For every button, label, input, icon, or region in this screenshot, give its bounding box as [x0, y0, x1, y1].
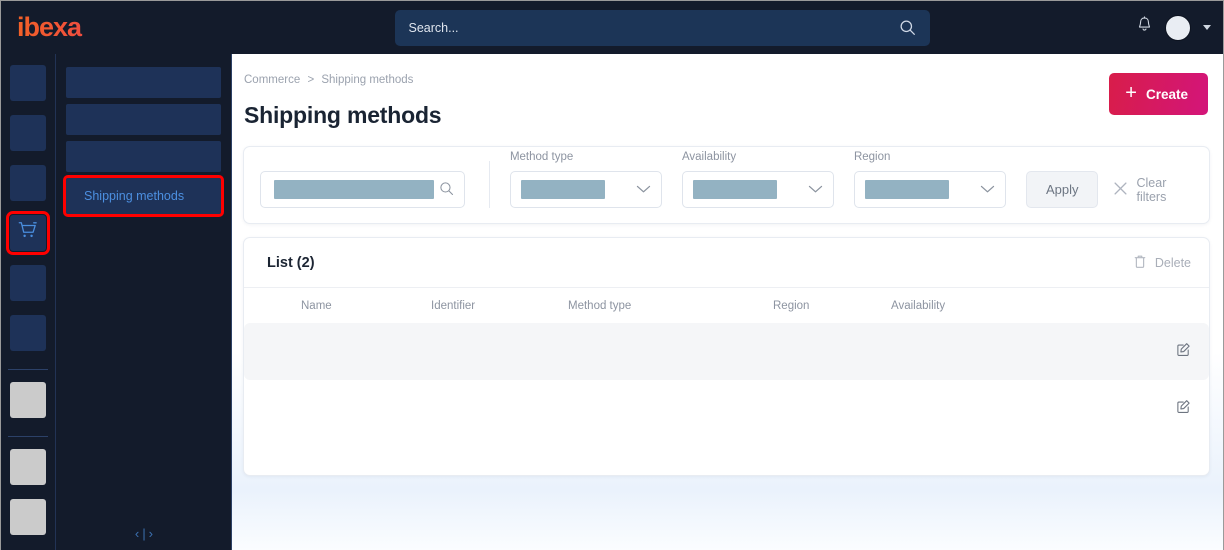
- breadcrumb-item-shipping-methods[interactable]: Shipping methods: [321, 74, 413, 86]
- apply-filters-button[interactable]: Apply: [1025, 171, 1099, 208]
- sidebar-item-commerce[interactable]: [6, 211, 50, 255]
- sidebar-nav-item-1[interactable]: [66, 67, 221, 98]
- secondary-sidebar: Shipping methods ‹|›: [56, 54, 232, 550]
- chevron-down-icon[interactable]: [636, 181, 651, 199]
- edit-pencil-icon[interactable]: [1151, 399, 1191, 419]
- method-type-select[interactable]: [509, 171, 662, 208]
- chevron-down-icon[interactable]: [808, 181, 823, 199]
- search-input[interactable]: [260, 171, 465, 208]
- delete-button-label: Delete: [1154, 255, 1191, 270]
- global-search-input[interactable]: Search...: [409, 21, 459, 35]
- sidebar-nav-item-2[interactable]: [66, 104, 221, 135]
- breadcrumb-item-commerce[interactable]: Commerce: [244, 74, 300, 86]
- list-title: List (2): [267, 254, 315, 271]
- main-content: Commerce > Shipping methods Shipping met…: [232, 54, 1223, 550]
- sidebar-nav-label-shipping-methods: Shipping methods: [84, 189, 185, 203]
- shopping-cart-icon: [17, 220, 39, 246]
- filter-availability-label: Availability: [681, 151, 737, 163]
- availability-select[interactable]: [681, 171, 834, 208]
- column-header-identifier[interactable]: Identifier: [431, 300, 568, 312]
- sidebar-item-6[interactable]: [10, 315, 46, 351]
- search-icon[interactable]: [439, 181, 454, 201]
- column-header-availability[interactable]: Availability: [891, 300, 1151, 312]
- table-row[interactable]: [244, 380, 1209, 437]
- column-header-region[interactable]: Region: [773, 300, 891, 312]
- sidebar-bottom-item-3[interactable]: [10, 499, 46, 535]
- filter-bar: Method type Availability Region Apply Cl…: [243, 146, 1210, 224]
- filter-region: Region: [853, 151, 1006, 208]
- filter-search-field: [260, 151, 465, 208]
- sidebar-item-1[interactable]: [10, 65, 46, 101]
- plus-icon: +: [1125, 82, 1137, 104]
- clear-filters-label: Clear filters: [1136, 175, 1167, 204]
- avatar[interactable]: [1165, 14, 1191, 41]
- delete-button[interactable]: Delete: [1133, 254, 1191, 272]
- region-select[interactable]: [853, 171, 1006, 208]
- filter-divider: [489, 161, 490, 208]
- sidebar-bottom-item-2[interactable]: [10, 449, 46, 485]
- filter-availability: Availability: [681, 151, 834, 208]
- breadcrumb-separator: >: [307, 74, 315, 86]
- sidebar-bottom-item-1[interactable]: [10, 382, 46, 418]
- availability-redacted-value: [692, 180, 777, 199]
- sidebar-item-3[interactable]: [10, 165, 46, 201]
- sidebar-nav-item-shipping-methods[interactable]: Shipping methods: [63, 175, 224, 217]
- top-bar: ibexa Search...: [1, 1, 1223, 54]
- column-header-method-type[interactable]: Method type: [568, 300, 773, 312]
- sidebar-item-5[interactable]: [10, 265, 46, 301]
- table-header-row: Name Identifier Method type Region Avail…: [244, 287, 1209, 323]
- sidebar-divider-top: [8, 369, 48, 370]
- search-icon[interactable]: [899, 19, 916, 41]
- list-panel: List (2) Delete Name Identifier Method t…: [243, 237, 1210, 476]
- filter-region-label: Region: [853, 151, 891, 163]
- create-button-label: Create: [1145, 86, 1188, 102]
- column-header-name[interactable]: Name: [301, 300, 431, 312]
- trash-icon: [1133, 254, 1147, 272]
- sidebar-nav-item-3[interactable]: [66, 141, 221, 172]
- global-search-box[interactable]: Search...: [394, 9, 930, 46]
- method-type-redacted-value: [520, 180, 605, 199]
- chevron-down-icon[interactable]: [1203, 25, 1211, 30]
- filter-method-type-label: Method type: [509, 151, 574, 163]
- bell-icon[interactable]: [1136, 16, 1153, 39]
- search-input-redacted-value: [274, 180, 434, 199]
- filter-method-type: Method type: [509, 151, 662, 208]
- primary-sidebar: [1, 54, 56, 550]
- sidebar-divider-bottom: [8, 436, 48, 437]
- chevron-down-icon[interactable]: [980, 181, 995, 199]
- list-header: List (2) Delete: [244, 238, 1209, 287]
- region-redacted-value: [864, 180, 949, 199]
- edit-pencil-icon[interactable]: [1151, 342, 1191, 362]
- top-bar-actions: [1093, 14, 1223, 41]
- clear-filters-button[interactable]: Clear filters: [1114, 171, 1196, 208]
- close-x-icon: [1114, 181, 1128, 198]
- collapse-panel-icon[interactable]: ‹|›: [56, 527, 231, 542]
- global-search-wrapper: Search...: [231, 9, 1093, 46]
- page-title: Shipping methods: [244, 102, 442, 128]
- table-row[interactable]: [244, 323, 1209, 380]
- filter-search-label: [260, 151, 465, 165]
- create-button[interactable]: + Create: [1109, 73, 1208, 115]
- sidebar-item-2[interactable]: [10, 115, 46, 151]
- breadcrumb: Commerce > Shipping methods: [232, 54, 1223, 86]
- app-logo[interactable]: ibexa: [1, 12, 231, 43]
